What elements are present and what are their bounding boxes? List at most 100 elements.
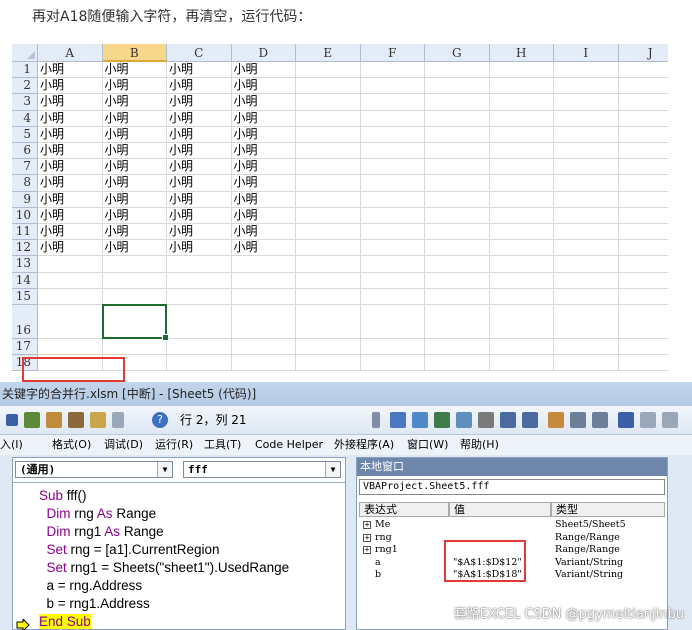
cell-b14[interactable] bbox=[102, 272, 167, 289]
cell-j5[interactable] bbox=[618, 127, 668, 143]
cell-h18[interactable] bbox=[489, 355, 554, 372]
cell-g17[interactable] bbox=[425, 339, 490, 356]
menu-window[interactable]: 窗口(W) bbox=[407, 435, 448, 455]
cell-c13[interactable] bbox=[167, 256, 232, 273]
menu-code-helper[interactable]: Code Helper bbox=[255, 435, 323, 455]
cell-a16[interactable] bbox=[38, 305, 103, 339]
object-combo[interactable]: (通用) ▼ bbox=[15, 461, 173, 478]
indent-icon[interactable] bbox=[500, 412, 516, 428]
row-header-10[interactable]: 10 bbox=[12, 207, 38, 224]
cell-f11[interactable] bbox=[360, 224, 425, 241]
column-header-a[interactable]: A bbox=[38, 44, 103, 62]
row-header-4[interactable]: 4 bbox=[12, 110, 38, 127]
cell-e17[interactable] bbox=[296, 339, 361, 356]
cell-a9[interactable]: 小明 bbox=[38, 191, 103, 208]
cell-f17[interactable] bbox=[360, 339, 425, 356]
cell-f14[interactable] bbox=[360, 272, 425, 289]
cell-j10[interactable] bbox=[618, 208, 668, 224]
toolbox-icon[interactable] bbox=[112, 412, 124, 428]
locals-header-value[interactable]: 值 bbox=[449, 502, 551, 517]
stop-icon[interactable] bbox=[6, 414, 18, 426]
cell-f12[interactable] bbox=[360, 240, 425, 257]
cell-h14[interactable] bbox=[489, 272, 554, 289]
cell-e12[interactable] bbox=[296, 240, 361, 257]
row-header-1[interactable]: 1 bbox=[12, 62, 38, 79]
spreadsheet-grid[interactable]: ABCDEFGHIJ 1 2 3 4 5 6 7 8 9 10 11 12 13 14 15 16 17 18 小… bbox=[12, 44, 668, 381]
cell-c15[interactable] bbox=[167, 288, 232, 305]
cell-d1[interactable]: 小明 bbox=[231, 62, 296, 79]
cell-j18[interactable] bbox=[618, 355, 668, 372]
cell-b10[interactable]: 小明 bbox=[102, 207, 167, 224]
cell-d14[interactable] bbox=[231, 272, 296, 289]
cell-e6[interactable] bbox=[296, 143, 361, 160]
cell-b2[interactable]: 小明 bbox=[102, 78, 167, 95]
cell-d2[interactable]: 小明 bbox=[231, 78, 296, 95]
menu-run[interactable]: 运行(R) bbox=[155, 435, 193, 455]
code-line-4[interactable]: Set rng = [a1].CurrentRegion bbox=[39, 541, 220, 559]
column-header-i[interactable]: I bbox=[554, 44, 619, 62]
cell-g9[interactable] bbox=[425, 191, 490, 208]
select-all-corner[interactable] bbox=[12, 44, 38, 62]
menu-insert[interactable]: 入(I) bbox=[0, 435, 23, 455]
cell-c11[interactable]: 小明 bbox=[167, 224, 232, 241]
parameter-info-icon[interactable] bbox=[456, 412, 472, 428]
cell-h8[interactable] bbox=[489, 175, 554, 192]
cell-b4[interactable]: 小明 bbox=[102, 110, 167, 127]
cell-i14[interactable] bbox=[554, 272, 619, 289]
cell-b7[interactable]: 小明 bbox=[102, 159, 167, 176]
row-header-15[interactable]: 15 bbox=[12, 288, 38, 305]
cell-h13[interactable] bbox=[489, 256, 554, 273]
cell-g3[interactable] bbox=[425, 94, 490, 111]
locals-expr-a[interactable]: a bbox=[375, 557, 381, 569]
expand-plus-icon[interactable]: + bbox=[363, 521, 371, 529]
cell-i11[interactable] bbox=[554, 224, 619, 241]
cell-f3[interactable] bbox=[360, 94, 425, 111]
code-line-3[interactable]: Dim rng1 As Range bbox=[39, 523, 164, 541]
cell-f5[interactable] bbox=[360, 126, 425, 143]
cell-e13[interactable] bbox=[296, 256, 361, 273]
cell-c2[interactable]: 小明 bbox=[167, 78, 232, 95]
row-header-11[interactable]: 11 bbox=[12, 224, 38, 241]
cell-e11[interactable] bbox=[296, 224, 361, 241]
cell-j17[interactable] bbox=[618, 339, 668, 356]
cell-d6[interactable]: 小明 bbox=[231, 143, 296, 160]
code-line-8[interactable]: End Sub bbox=[39, 613, 91, 630]
column-header-j[interactable]: J bbox=[618, 44, 668, 62]
cell-b3[interactable]: 小明 bbox=[102, 94, 167, 111]
cell-b15[interactable] bbox=[102, 288, 167, 305]
cell-e8[interactable] bbox=[296, 175, 361, 192]
project-explorer-icon[interactable] bbox=[46, 412, 62, 428]
cell-f10[interactable] bbox=[360, 207, 425, 224]
row-header-13[interactable]: 13 bbox=[12, 256, 38, 273]
cell-a13[interactable] bbox=[38, 256, 103, 273]
cell-j2[interactable] bbox=[618, 78, 668, 95]
menu-format[interactable]: 格式(O) bbox=[52, 435, 91, 455]
code-editor[interactable]: Sub fff() Dim rng As Range Dim rng1 As R… bbox=[13, 482, 345, 630]
code-line-1[interactable]: Sub fff() bbox=[39, 487, 87, 505]
active-cell-b16[interactable] bbox=[101, 304, 169, 341]
cell-c10[interactable]: 小明 bbox=[167, 207, 232, 224]
cell-e5[interactable] bbox=[296, 126, 361, 143]
cell-c12[interactable]: 小明 bbox=[167, 240, 232, 257]
list-constants-icon[interactable] bbox=[412, 412, 428, 428]
cell-h5[interactable] bbox=[489, 126, 554, 143]
cell-g5[interactable] bbox=[425, 126, 490, 143]
properties-icon[interactable] bbox=[68, 412, 84, 428]
row-header-2[interactable]: 2 bbox=[12, 78, 38, 95]
cell-a15[interactable] bbox=[38, 288, 103, 305]
locals-expr-rng1[interactable]: rng1 bbox=[375, 544, 398, 556]
row-header-5[interactable]: 5 bbox=[12, 126, 38, 143]
expand-plus-icon[interactable]: + bbox=[363, 533, 371, 542]
cell-j8[interactable] bbox=[618, 175, 668, 192]
cell-g13[interactable] bbox=[425, 256, 490, 273]
cell-i10[interactable] bbox=[554, 207, 619, 224]
cell-i5[interactable] bbox=[554, 126, 619, 143]
cell-a3[interactable]: 小明 bbox=[38, 94, 103, 111]
expand-plus-icon[interactable]: + bbox=[363, 546, 371, 554]
cell-g10[interactable] bbox=[425, 207, 490, 224]
cell-g4[interactable] bbox=[425, 110, 490, 127]
code-line-6[interactable]: a = rng.Address bbox=[39, 577, 143, 595]
column-header-b[interactable]: B bbox=[102, 44, 167, 62]
complete-word-icon[interactable] bbox=[478, 412, 494, 428]
cell-d18[interactable] bbox=[231, 355, 296, 372]
